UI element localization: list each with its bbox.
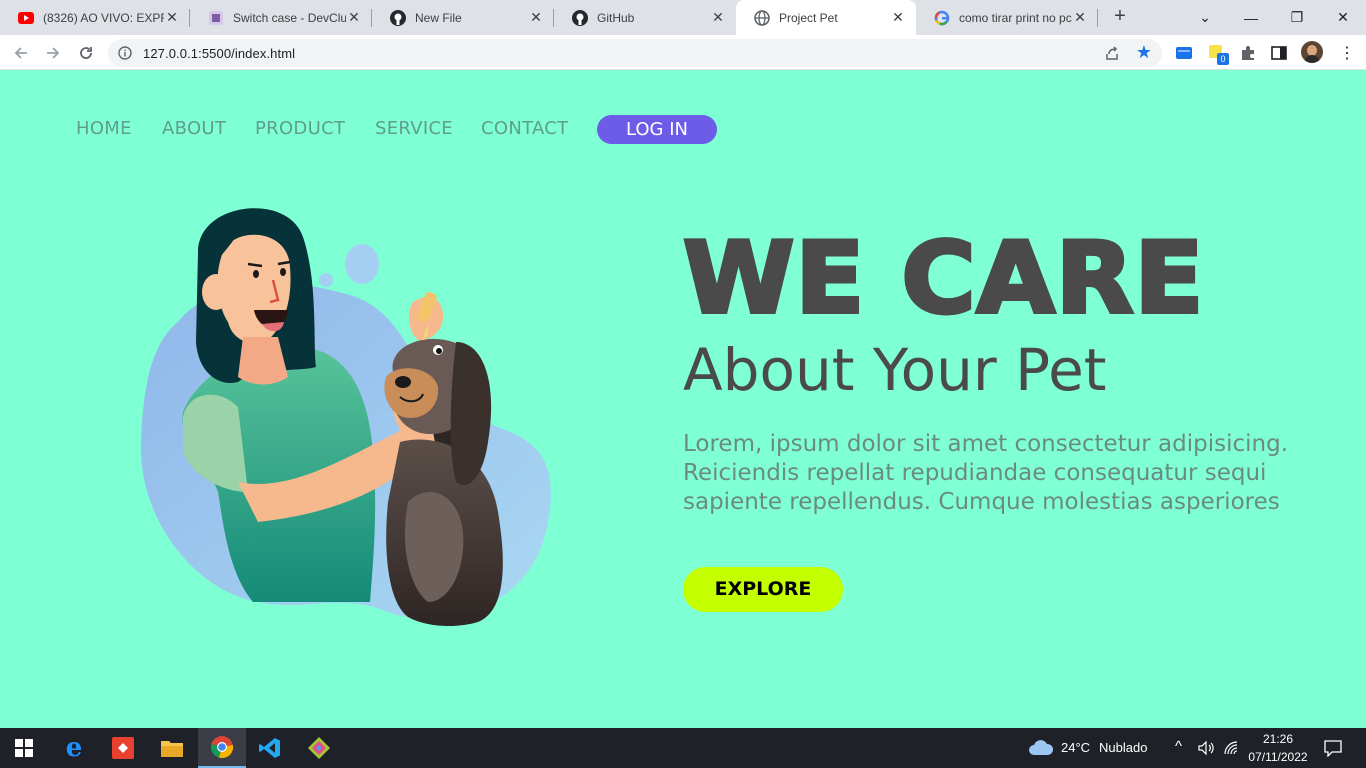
nav-home[interactable]: HOME xyxy=(76,118,132,139)
windows-taskbar: e 24°C Nublado ^ 21:26 07/11/2022 xyxy=(0,728,1366,768)
git-app-icon xyxy=(112,737,134,759)
clock-time[interactable]: 21:26 xyxy=(1248,732,1308,746)
url-text: 127.0.0.1:5500/index.html xyxy=(143,46,296,61)
tab-title: GitHub xyxy=(597,10,635,25)
internet-explorer-button[interactable]: e xyxy=(50,728,98,768)
github-icon xyxy=(390,9,406,26)
tab-google[interactable]: como tirar print no pc ✕ xyxy=(916,0,1098,35)
new-tab-button[interactable]: + xyxy=(1108,5,1132,29)
menu-kebab-icon[interactable]: ⋮ xyxy=(1334,40,1360,66)
minimize-button[interactable]: — xyxy=(1228,0,1274,35)
app-button[interactable] xyxy=(99,728,147,768)
chrome-button[interactable] xyxy=(198,728,246,768)
share-icon[interactable] xyxy=(1104,45,1120,61)
tab-title: como tirar print no pc xyxy=(959,10,1072,25)
weather-description[interactable]: Nublado xyxy=(1099,740,1147,755)
close-tab-icon[interactable]: ✕ xyxy=(164,9,180,26)
speaker-icon[interactable] xyxy=(1198,741,1216,755)
puzzle-icon[interactable] xyxy=(1239,44,1257,62)
browser-tab-strip: (8326) AO VIVO: EXPR ✕ Switch case - Dev… xyxy=(0,0,1366,35)
profile-avatar[interactable] xyxy=(1301,41,1323,63)
nav-contact[interactable]: CONTACT xyxy=(481,118,568,139)
file-explorer-button[interactable] xyxy=(148,728,196,768)
arrow-left-icon xyxy=(14,47,27,59)
browser-toolbar: 127.0.0.1:5500/index.html ★ 0 ⋮ xyxy=(0,35,1366,70)
back-button[interactable] xyxy=(8,40,34,66)
notifications-icon[interactable] xyxy=(1324,740,1342,757)
arrow-right-icon xyxy=(47,47,60,59)
close-window-button[interactable]: ✕ xyxy=(1320,0,1366,35)
hero-description-line: sapiente repellendus. Cumque molestias a… xyxy=(683,489,1280,515)
tab-new-file[interactable]: New File ✕ xyxy=(372,0,554,35)
weather-temperature[interactable]: 24°C xyxy=(1061,740,1090,755)
close-tab-icon[interactable]: ✕ xyxy=(710,9,726,26)
reload-icon xyxy=(80,47,92,59)
tab-title: New File xyxy=(415,10,462,25)
windows-icon xyxy=(15,739,33,757)
extension-badge-count: 0 xyxy=(1217,53,1229,65)
chrome-icon xyxy=(211,736,234,759)
hero-description-line: Reiciendis repellat repudiandae consequa… xyxy=(683,460,1267,486)
tab-devclub[interactable]: Switch case - DevClub ✕ xyxy=(190,0,372,35)
reload-button[interactable] xyxy=(73,40,99,66)
close-tab-icon[interactable]: ✕ xyxy=(346,9,362,26)
folder-icon xyxy=(161,741,183,757)
globe-icon xyxy=(754,9,770,26)
internet-explorer-icon: e xyxy=(65,733,83,763)
tab-youtube[interactable]: (8326) AO VIVO: EXPR ✕ xyxy=(0,0,190,35)
restore-button[interactable]: ❐ xyxy=(1274,0,1320,35)
hero-subtitle: About Your Pet xyxy=(683,336,1107,404)
diamond-app-icon xyxy=(308,737,330,759)
start-button[interactable] xyxy=(0,728,48,768)
google-icon xyxy=(934,10,950,26)
wifi-icon[interactable] xyxy=(1223,741,1239,755)
explore-button[interactable]: EXPLORE xyxy=(683,567,843,612)
hero-description-line: Lorem, ipsum dolor sit amet consectetur … xyxy=(683,431,1289,457)
gitkraken-button[interactable] xyxy=(295,728,343,768)
vscode-icon xyxy=(259,738,280,758)
tab-title: Project Pet xyxy=(779,10,838,25)
side-panel-icon[interactable] xyxy=(1270,44,1288,62)
hero-illustration xyxy=(140,208,551,627)
forward-button[interactable] xyxy=(40,40,66,66)
chevron-up-icon[interactable]: ^ xyxy=(1175,738,1182,755)
cloud-icon xyxy=(1029,740,1054,755)
nav-product[interactable]: PRODUCT xyxy=(255,118,345,139)
login-button[interactable]: LOG IN xyxy=(597,115,717,144)
close-tab-icon[interactable]: ✕ xyxy=(890,9,906,26)
devclub-icon xyxy=(208,10,224,26)
tab-github[interactable]: GitHub ✕ xyxy=(554,0,736,35)
nav-service[interactable]: SERVICE xyxy=(375,118,453,139)
tab-title: Switch case - DevClub xyxy=(233,10,346,25)
info-icon[interactable] xyxy=(118,46,132,60)
vscode-button[interactable] xyxy=(246,728,294,768)
close-tab-icon[interactable]: ✕ xyxy=(528,9,544,26)
address-bar[interactable]: 127.0.0.1:5500/index.html ★ xyxy=(108,39,1162,67)
tab-project-pet[interactable]: Project Pet ✕ xyxy=(736,0,916,35)
github-icon xyxy=(572,9,588,26)
extension-icon[interactable] xyxy=(1175,44,1193,62)
hero-description: Lorem, ipsum dolor sit amet consectetur … xyxy=(683,430,1343,517)
tab-title: (8326) AO VIVO: EXPR xyxy=(43,10,164,25)
clock-date[interactable]: 07/11/2022 xyxy=(1244,750,1312,764)
bookmark-star-icon[interactable]: ★ xyxy=(1136,42,1152,63)
nav-about[interactable]: ABOUT xyxy=(162,118,226,139)
youtube-icon xyxy=(18,10,34,26)
tab-search-icon[interactable]: ⌄ xyxy=(1182,0,1228,35)
hero-title: WE CARE xyxy=(681,220,1206,338)
close-tab-icon[interactable]: ✕ xyxy=(1072,9,1088,26)
extension-badge-icon[interactable]: 0 xyxy=(1208,44,1229,65)
